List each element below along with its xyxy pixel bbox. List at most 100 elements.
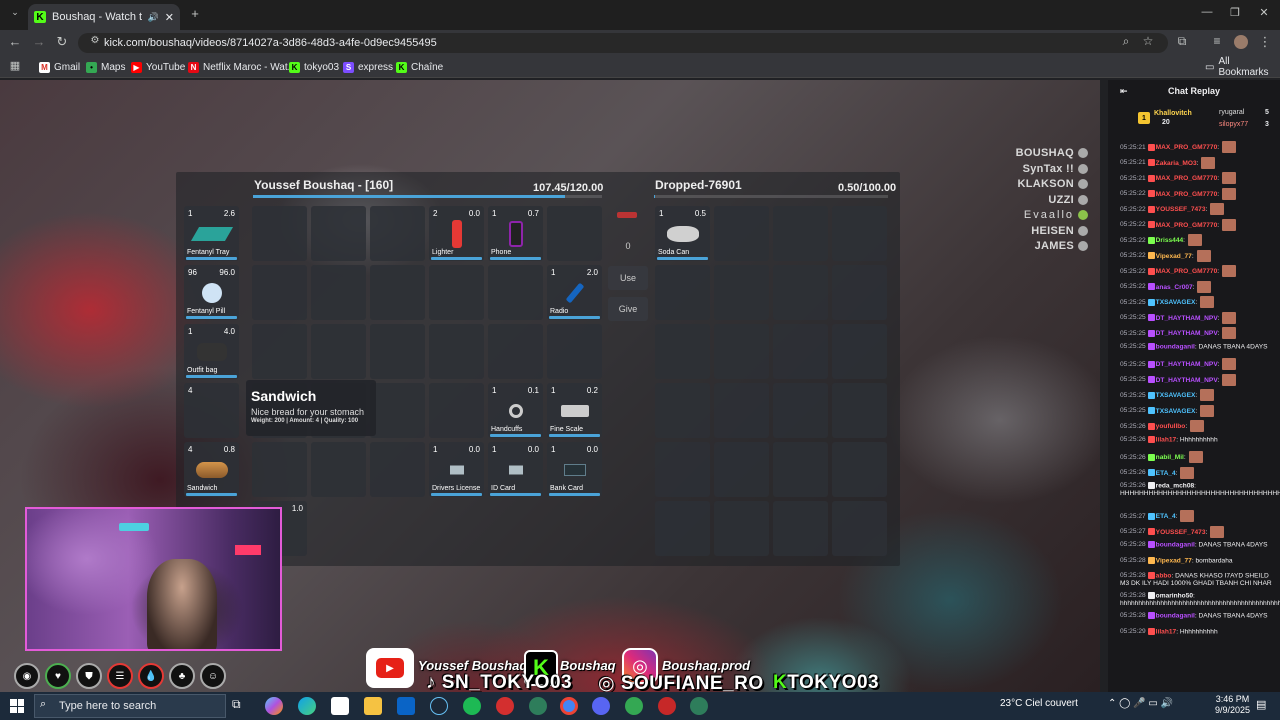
inventory-slot[interactable]: 4 0.8 Sandwich: [184, 442, 239, 497]
inventory-slot[interactable]: [832, 206, 887, 261]
inventory-slot[interactable]: [547, 324, 602, 379]
forward-icon[interactable]: →: [30, 34, 48, 49]
inventory-slot[interactable]: [429, 383, 484, 438]
inventory-slot[interactable]: [714, 324, 769, 379]
inventory-slot[interactable]: [311, 206, 366, 261]
inventory-slot[interactable]: [429, 324, 484, 379]
app-icon[interactable]: [658, 697, 676, 715]
task-view-icon[interactable]: ⧉: [232, 697, 250, 715]
inventory-slot[interactable]: [252, 265, 307, 320]
outlook-icon[interactable]: [397, 697, 415, 715]
taskbar-clock[interactable]: 3:46 PM 9/9/2025: [1215, 694, 1250, 716]
extensions-icon[interactable]: ⧉: [1173, 34, 1191, 49]
inventory-slot[interactable]: [832, 501, 887, 556]
chrome-icon[interactable]: [560, 697, 578, 715]
apps-grid-icon[interactable]: ▦: [6, 59, 24, 72]
inventory-slot[interactable]: [429, 265, 484, 320]
inventory-slot[interactable]: 1 0.2 Fine Scale: [547, 383, 602, 438]
inventory-slot[interactable]: 4: [184, 383, 239, 438]
bookmark-netflix[interactable]: N Netflix Maroc - Wat...: [188, 56, 296, 78]
all-bookmarks[interactable]: ▭ All Bookmarks: [1205, 56, 1280, 78]
bookmark-chaine[interactable]: K Chaîne: [396, 56, 443, 78]
inventory-slot[interactable]: [252, 324, 307, 379]
audio-icon[interactable]: 🔊: [148, 12, 159, 23]
maximize-icon[interactable]: ❐: [1226, 6, 1244, 19]
steam-icon[interactable]: [430, 697, 448, 715]
inventory-slot[interactable]: [370, 265, 425, 320]
inventory-slot[interactable]: [773, 501, 828, 556]
inventory-slot[interactable]: 1 0.1 Handcuffs: [488, 383, 543, 438]
menu-icon[interactable]: ⋮: [1256, 34, 1274, 50]
inventory-slot[interactable]: [832, 442, 887, 497]
inventory-slot[interactable]: [832, 265, 887, 320]
profile-avatar[interactable]: [1234, 35, 1248, 49]
taskbar-search-input[interactable]: Type here to search: [34, 694, 226, 718]
inventory-slot[interactable]: [714, 206, 769, 261]
address-bar[interactable]: kick.com/boushaq/videos/8714027a-3d86-48…: [78, 33, 1168, 53]
inventory-slot[interactable]: [773, 324, 828, 379]
inventory-slot[interactable]: [655, 501, 710, 556]
reload-icon[interactable]: ↻: [53, 34, 71, 50]
amount-input[interactable]: 0: [608, 234, 648, 258]
inventory-slot[interactable]: [311, 265, 366, 320]
bookmark-star-icon[interactable]: ☆: [1139, 34, 1157, 48]
inventory-slot[interactable]: [655, 324, 710, 379]
inventory-slot[interactable]: [655, 265, 710, 320]
inventory-slot[interactable]: [714, 442, 769, 497]
inventory-slot[interactable]: 1 0.0 ID Card: [488, 442, 543, 497]
inventory-slot[interactable]: [311, 324, 366, 379]
inventory-slot[interactable]: [773, 265, 828, 320]
windows-start-icon[interactable]: [10, 699, 24, 713]
bookmark-youtube[interactable]: ▶ YouTube: [131, 56, 185, 78]
inventory-slot[interactable]: 1 0.7 Phone: [488, 206, 543, 261]
media-icon[interactable]: ≡: [1208, 34, 1226, 48]
bookmark-maps[interactable]: • Maps: [86, 56, 125, 78]
new-tab-icon[interactable]: +: [186, 6, 204, 21]
site-info-icon[interactable]: ⚙: [86, 35, 104, 46]
inventory-slot[interactable]: [488, 265, 543, 320]
inventory-slot[interactable]: [370, 383, 425, 438]
tray-icons[interactable]: ⌃ ◯ 🎤 ▭ 🔊: [1108, 698, 1173, 709]
zoom-icon[interactable]: ⌕: [1117, 34, 1135, 49]
inventory-slot[interactable]: [252, 206, 307, 261]
inventory-slot[interactable]: 1 0.5 Soda Can: [655, 206, 710, 261]
browser-tab[interactable]: K Boushaq - Watch the VOD 🔊 ✕: [28, 4, 180, 30]
inventory-slot[interactable]: 2 0.0 Lighter: [429, 206, 484, 261]
weather-status[interactable]: 23°C Ciel couvert: [1000, 698, 1078, 709]
discord-icon[interactable]: [592, 697, 610, 715]
back-icon[interactable]: ←: [6, 34, 24, 49]
inventory-slot[interactable]: 1 4.0 Outfit bag: [184, 324, 239, 379]
inventory-slot[interactable]: [655, 442, 710, 497]
inventory-slot[interactable]: 1 2.0 Radio: [547, 265, 602, 320]
bookmark-tokyo03[interactable]: Ktokyo03: [289, 56, 339, 78]
inventory-slot[interactable]: [311, 442, 366, 497]
bookmark-gmail[interactable]: M Gmail: [39, 56, 80, 78]
copilot-icon[interactable]: [265, 697, 283, 715]
window-close-icon[interactable]: ✕: [1255, 6, 1273, 19]
inventory-slot[interactable]: [773, 442, 828, 497]
inventory-slot[interactable]: [773, 206, 828, 261]
inventory-slot[interactable]: [714, 265, 769, 320]
minimize-icon[interactable]: —: [1198, 6, 1216, 18]
give-button[interactable]: Give: [608, 297, 648, 321]
inventory-slot[interactable]: [832, 383, 887, 438]
app-icon[interactable]: [496, 697, 514, 715]
inventory-slot[interactable]: [832, 324, 887, 379]
inventory-slot[interactable]: 1 2.6 Fentanyl Tray: [184, 206, 239, 261]
store-icon[interactable]: [331, 697, 349, 715]
inventory-slot[interactable]: [547, 206, 602, 261]
inventory-slot[interactable]: [714, 501, 769, 556]
inventory-slot[interactable]: [655, 383, 710, 438]
inventory-slot[interactable]: [252, 442, 307, 497]
chrome-icon[interactable]: [625, 697, 643, 715]
collapse-chat-icon[interactable]: ⇤: [1120, 80, 1128, 102]
spotify-icon[interactable]: [463, 697, 481, 715]
tab-close-icon[interactable]: ✕: [165, 11, 174, 24]
edge-icon[interactable]: [298, 697, 316, 715]
bookmark-express[interactable]: Sexpress: [343, 56, 393, 78]
inventory-slot[interactable]: 1 0.0 Bank Card: [547, 442, 602, 497]
app-icon[interactable]: [690, 697, 708, 715]
tab-search-icon[interactable]: ⌄: [6, 7, 24, 18]
inventory-slot[interactable]: [773, 383, 828, 438]
inventory-slot[interactable]: [714, 383, 769, 438]
